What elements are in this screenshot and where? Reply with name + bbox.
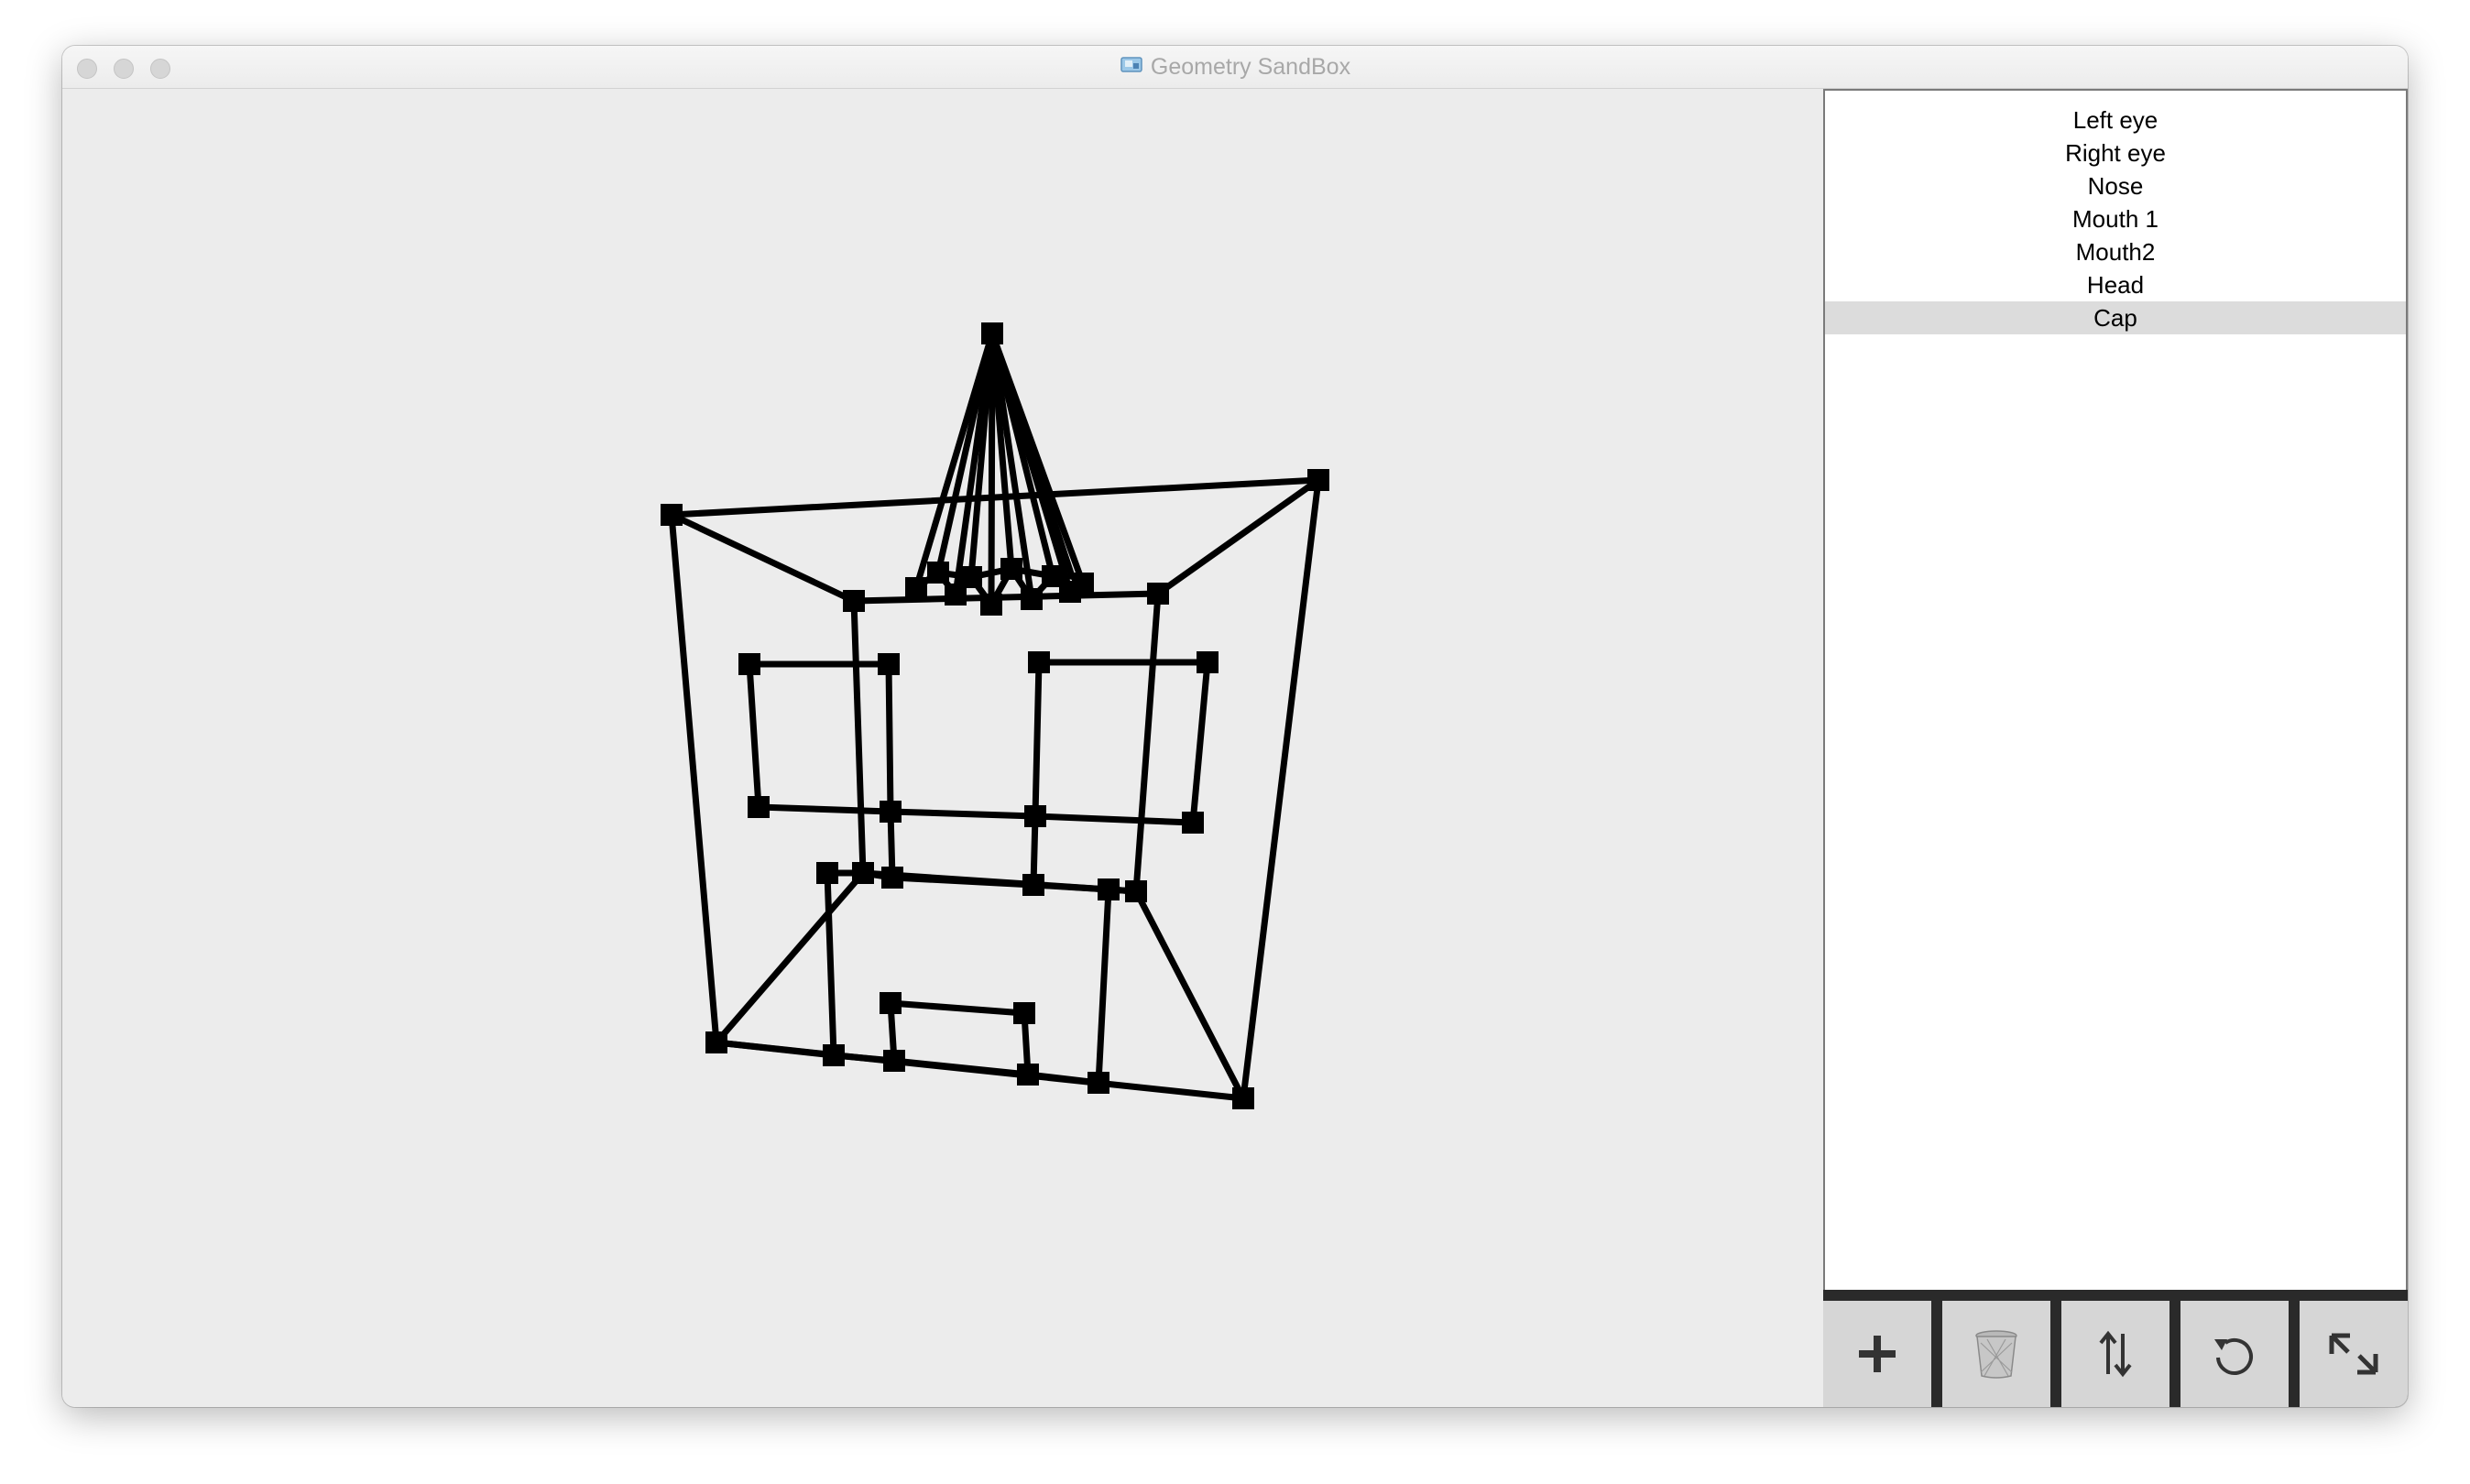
right-eye-edge <box>1032 813 1197 826</box>
vertex-handle[interactable] <box>705 1031 727 1053</box>
vertex-handle[interactable] <box>1021 588 1043 610</box>
vertex-handle[interactable] <box>1017 1064 1039 1086</box>
cap-edge <box>988 330 996 608</box>
delete-shape-button[interactable] <box>1942 1301 2050 1407</box>
left-eye-edge <box>755 803 894 815</box>
vertex-handle[interactable] <box>880 801 902 823</box>
list-item-mouth2[interactable]: Mouth2 <box>1825 235 2406 268</box>
vertex-handle[interactable] <box>852 862 874 884</box>
vertex-handle[interactable] <box>1125 880 1147 902</box>
head-edge <box>850 590 1162 605</box>
mouth1-edge <box>824 869 837 1059</box>
vertex-handle[interactable] <box>960 566 982 588</box>
vertex-handle[interactable] <box>1182 812 1204 834</box>
list-item-nose[interactable]: Nose <box>1825 169 2406 202</box>
vertex-handle[interactable] <box>1024 805 1046 827</box>
vertex-handle[interactable] <box>878 653 900 675</box>
vertex-handle[interactable] <box>1022 874 1044 896</box>
vertex-handle[interactable] <box>1028 651 1050 673</box>
list-item-left-eye[interactable]: Left eye <box>1825 104 2406 136</box>
vertex-handle[interactable] <box>738 653 760 675</box>
vertex-handle[interactable] <box>1000 558 1022 580</box>
rotate-icon <box>2214 1337 2253 1375</box>
window-title-text: Geometry SandBox <box>1150 53 1351 80</box>
mouth1-edge <box>1095 886 1112 1086</box>
add-shape-button[interactable] <box>1823 1301 1931 1407</box>
vertex-handle[interactable] <box>1232 1087 1254 1109</box>
rotate-shape-button[interactable] <box>2180 1301 2289 1407</box>
right-eye-edge <box>1189 659 1211 826</box>
reorder-shape-button[interactable] <box>2061 1301 2169 1407</box>
head-edge <box>668 511 858 605</box>
vertex-handle[interactable] <box>905 577 927 599</box>
scale-shape-button[interactable] <box>2300 1301 2408 1407</box>
head-edge <box>1240 476 1322 1102</box>
plus-icon <box>1859 1336 1896 1372</box>
head-edge <box>1132 888 1247 1102</box>
vertex-handle[interactable] <box>880 992 902 1014</box>
app-window: Geometry SandBox Left eye Right eye Nose… <box>62 46 2408 1407</box>
vertex-handle[interactable] <box>1098 878 1120 900</box>
list-item-mouth-1[interactable]: Mouth 1 <box>1825 202 2406 235</box>
swap-vertical-icon <box>2099 1330 2132 1378</box>
vertex-handle[interactable] <box>1072 573 1094 595</box>
mouth1-edge <box>1030 881 1112 893</box>
list-item-cap[interactable]: Cap <box>1825 301 2406 334</box>
geometry-canvas[interactable] <box>62 89 1821 1407</box>
vertex-handle[interactable] <box>881 867 903 889</box>
head-edge <box>850 597 867 877</box>
nose-edge <box>887 808 1039 820</box>
nose-edge <box>889 874 1037 889</box>
left-eye-edge <box>746 660 762 811</box>
vertex-handle[interactable] <box>816 862 838 884</box>
resize-icon <box>2329 1333 2378 1375</box>
vertex-handle[interactable] <box>1013 1002 1035 1024</box>
shape-toolbar <box>1823 1290 2408 1407</box>
mouth1-edge <box>891 1057 1032 1078</box>
geometry-cube-icon <box>1120 54 1143 81</box>
vertex-handle[interactable] <box>843 590 865 612</box>
right-eye-edge <box>1032 659 1043 820</box>
vertex-handle[interactable] <box>980 594 1002 616</box>
vertex-handle[interactable] <box>661 504 683 526</box>
vertex-handle[interactable] <box>1197 651 1219 673</box>
list-item-head[interactable]: Head <box>1825 268 2406 301</box>
vertex-handle[interactable] <box>1087 1072 1109 1094</box>
vertex-handle[interactable] <box>748 796 770 818</box>
vertex-handle[interactable] <box>1307 469 1329 491</box>
vertex-handle[interactable] <box>823 1044 845 1066</box>
window-title: Geometry SandBox <box>62 46 2408 88</box>
mouth2-edge <box>887 999 1028 1017</box>
mouth1-edge <box>713 1039 837 1059</box>
vertex-handle[interactable] <box>883 1050 905 1072</box>
head-edge <box>1132 590 1162 895</box>
vertex-handle[interactable] <box>1147 583 1169 605</box>
vertex-handle[interactable] <box>927 562 949 584</box>
list-item-right-eye[interactable]: Right eye <box>1825 136 2406 169</box>
head-edge <box>668 511 720 1046</box>
wireframe-drawing[interactable] <box>62 89 1821 1407</box>
left-eye-edge <box>885 660 894 815</box>
title-bar[interactable]: Geometry SandBox <box>62 46 2408 89</box>
head-edge <box>1154 476 1322 597</box>
shape-list[interactable]: Left eye Right eye Nose Mouth 1 Mouth2 H… <box>1823 89 2408 1290</box>
head-edge <box>668 476 1322 518</box>
vertex-handle[interactable] <box>981 322 1003 344</box>
head-edge <box>713 869 867 1046</box>
trash-icon <box>1975 1330 2017 1379</box>
